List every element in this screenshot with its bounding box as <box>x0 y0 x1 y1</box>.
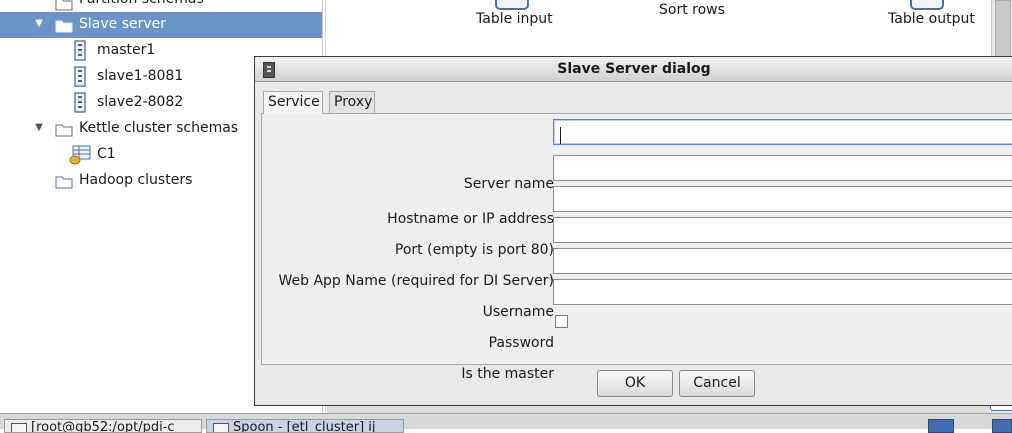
server-icon <box>73 66 87 87</box>
taskbar-item-label: Spoon - [etl_cluster] ij <box>233 420 376 433</box>
username-label: Username <box>482 304 554 320</box>
folder-icon <box>55 173 73 189</box>
server-name-label: Server name <box>463 176 554 192</box>
expand-arrow-icon[interactable]: ▼ <box>32 116 46 140</box>
window-menu-icon[interactable] <box>263 62 275 78</box>
spoon-app-icon <box>213 423 229 432</box>
tray-icon[interactable] <box>928 419 954 433</box>
port-input[interactable] <box>553 186 1012 212</box>
tree-item-label: slave1-8081 <box>97 68 184 84</box>
step-label-table-output[interactable]: Table output <box>888 11 975 27</box>
password-input[interactable] <box>553 279 1012 305</box>
tree-item-label: master1 <box>97 42 156 58</box>
dialog-titlebar[interactable]: Slave Server dialog <box>255 57 1012 82</box>
text-cursor <box>560 127 561 144</box>
taskbar-item-terminal[interactable]: [root@gb52:/opt/pdi-c <box>4 419 202 433</box>
password-label: Password <box>488 335 554 351</box>
cancel-button[interactable]: Cancel <box>679 370 755 397</box>
server-icon <box>73 40 87 61</box>
tree-item-label: C1 <box>97 146 116 162</box>
ok-button[interactable]: OK <box>597 370 673 397</box>
taskbar: [root@gb52:/opt/pdi-c Spoon - [etl_clust… <box>0 413 1012 433</box>
expand-arrow-icon[interactable]: ▼ <box>32 12 46 36</box>
server-name-input[interactable] <box>553 119 1012 145</box>
tab-service[interactable]: Service <box>263 91 323 114</box>
dialog-title: Slave Server dialog <box>557 61 711 77</box>
tray-icon[interactable] <box>992 419 1012 433</box>
taskbar-item-spoon[interactable]: Spoon - [etl_cluster] ij <box>206 419 404 433</box>
folder-icon <box>55 17 73 33</box>
cluster-icon <box>69 145 91 165</box>
server-icon <box>73 92 87 113</box>
tree-item-label: Partition schemas <box>79 0 204 11</box>
tab-proxy[interactable]: Proxy <box>329 91 375 113</box>
table-output-step-icon[interactable] <box>910 0 944 10</box>
scrollbar-thumb[interactable] <box>995 0 1011 62</box>
is-master-label: Is the master <box>461 366 554 382</box>
tree-item-slave-server[interactable]: ▼ Slave server <box>0 12 323 38</box>
hostname-label: Hostname or IP address <box>387 211 554 227</box>
tree-item-label: Kettle cluster schemas <box>79 120 239 136</box>
tree-item-label: Slave server <box>79 16 167 32</box>
webapp-name-label: Web App Name (required for DI Server) <box>278 273 554 289</box>
table-input-step-icon[interactable] <box>495 0 529 10</box>
port-label: Port (empty is port 80) <box>394 242 554 258</box>
taskbar-item-label: [root@gb52:/opt/pdi-c <box>31 420 175 433</box>
slave-server-dialog: Slave Server dialog Service Proxy Server… <box>254 56 1012 406</box>
folder-icon <box>55 0 73 11</box>
folder-icon <box>55 121 73 137</box>
tree-item-label: Hadoop clusters <box>79 172 193 188</box>
terminal-icon <box>11 423 27 432</box>
username-input[interactable] <box>553 248 1012 274</box>
step-label-table-input[interactable]: Table input <box>476 11 553 27</box>
tree-item-label: slave2-8082 <box>97 94 184 110</box>
hostname-input[interactable] <box>553 155 1012 181</box>
is-master-checkbox[interactable] <box>555 315 568 328</box>
webapp-name-input[interactable] <box>553 217 1012 243</box>
step-label-sort-rows[interactable]: Sort rows <box>659 2 725 18</box>
